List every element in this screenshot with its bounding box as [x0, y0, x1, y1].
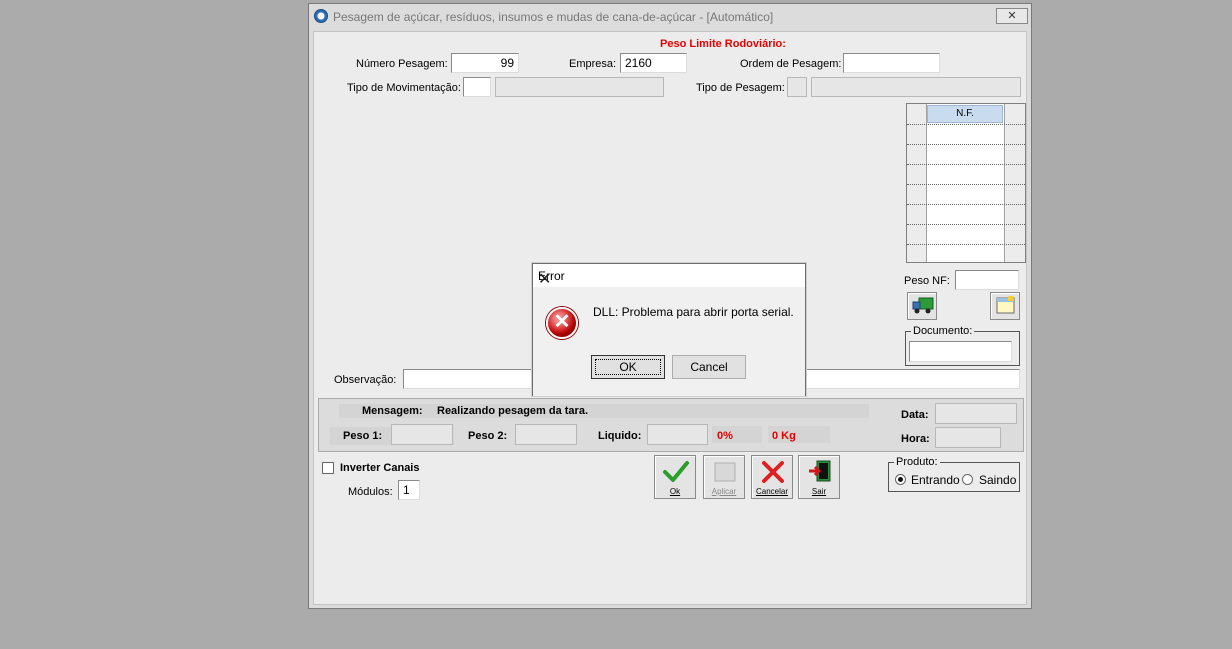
tipo-movimentacao-desc [495, 77, 664, 97]
percent-value: 0% [717, 430, 733, 442]
dialog-message: DLL: Problema para abrir porta serial. [593, 305, 794, 319]
exit-door-icon [809, 460, 831, 482]
nf-grid[interactable]: N.F. [906, 103, 1026, 263]
grid-row [907, 164, 1025, 165]
saindo-label: Saindo [979, 473, 1017, 487]
truck-button[interactable] [907, 292, 937, 320]
grid-row-selector [907, 104, 927, 262]
modulos-label: Módulos: [348, 486, 393, 498]
produto-group: Produto: Entrando Saindo [888, 456, 1020, 492]
peso-nf-label: Peso NF: [904, 275, 950, 287]
empresa-input[interactable]: 2160 [620, 53, 687, 73]
grid-row [907, 224, 1025, 225]
red-x-icon [762, 461, 784, 483]
numero-pesagem-label: Número Pesagem: [356, 58, 448, 70]
dialog-body: ✕ DLL: Problema para abrir porta serial.… [533, 287, 805, 396]
entrando-radio[interactable] [895, 474, 906, 485]
ordem-pesagem-input[interactable] [843, 53, 940, 73]
peso1-label: Peso 1: [343, 430, 383, 442]
dialog-close-icon[interactable]: ✕ [538, 269, 797, 289]
cancelar-button[interactable]: Cancelar [751, 455, 793, 499]
title-bar[interactable]: Pesagem de açúcar, resíduos, insumos e m… [309, 4, 1031, 30]
produto-label: Produto: [894, 456, 940, 468]
liquido-value [647, 424, 708, 445]
tipo-movimentacao-code-input[interactable] [463, 77, 491, 97]
ok-button[interactable]: Ok [654, 455, 696, 499]
kg-value: 0 Kg [772, 430, 796, 442]
modulos-input[interactable]: 1 [398, 480, 420, 500]
data-value [935, 403, 1017, 424]
mensagem-value: Realizando pesagem da tara. [437, 405, 588, 417]
tipo-pesagem-label: Tipo de Pesagem: [696, 82, 785, 94]
documento-input[interactable] [909, 341, 1012, 362]
documento-group: Documento: [905, 325, 1020, 366]
grid-row [907, 124, 1025, 125]
data-label: Data: [901, 409, 929, 421]
observacao-label: Observação: [334, 374, 397, 386]
inverter-canais-checkbox[interactable] [322, 462, 334, 474]
grid-row [907, 184, 1025, 185]
grid-right-column [1004, 104, 1025, 262]
empresa-label: Empresa: [569, 58, 617, 70]
checkmark-icon [663, 461, 689, 482]
numero-pesagem-input[interactable]: 99 [451, 53, 519, 73]
window-title: Pesagem de açúcar, resíduos, insumos e m… [333, 10, 774, 24]
hora-label: Hora: [901, 433, 930, 445]
aplicar-label: Aplicar [711, 487, 737, 496]
close-button[interactable]: ✕ [996, 8, 1028, 24]
dialog-cancel-button[interactable]: Cancel [672, 355, 746, 379]
truck-icon [912, 297, 934, 314]
peso2-value [515, 424, 577, 445]
sair-button[interactable]: Sair [798, 455, 840, 499]
ordem-pesagem-label: Ordem de Pesagem: [740, 58, 842, 70]
mensagem-label: Mensagem: [362, 405, 423, 417]
focus-rect [595, 359, 661, 375]
dialog-cancel-label: Cancel [690, 360, 728, 374]
peso2-label: Peso 2: [468, 430, 508, 442]
sair-label: Sair [811, 487, 827, 496]
apply-icon [714, 462, 736, 482]
peso-nf-input[interactable] [955, 270, 1019, 290]
hora-value [935, 427, 1001, 448]
grid-row [907, 244, 1025, 245]
note-icon [996, 296, 1015, 314]
ok-label: Ok [669, 487, 681, 496]
grid-row [907, 204, 1025, 205]
note-button[interactable] [990, 292, 1020, 320]
error-dialog: Error ✕ ✕ DLL: Problema para abrir porta… [532, 263, 806, 396]
nf-column-header[interactable]: N.F. [927, 105, 1003, 123]
error-icon: ✕ [546, 307, 578, 339]
dialog-title-bar[interactable]: Error ✕ [533, 264, 805, 289]
saindo-radio[interactable] [962, 474, 973, 485]
documento-label: Documento: [911, 325, 975, 337]
aplicar-button[interactable]: Aplicar [703, 455, 745, 499]
inverter-canais-label: Inverter Canais [340, 462, 420, 474]
peso-limite-label: Peso Limite Rodoviário: [660, 38, 786, 50]
dialog-ok-button[interactable]: OK [591, 355, 665, 379]
cancelar-label: Cancelar [755, 487, 788, 496]
tipo-movimentacao-label: Tipo de Movimentação: [347, 82, 461, 94]
tipo-pesagem-code[interactable] [787, 77, 807, 97]
liquido-label: Liquido: [598, 430, 642, 442]
tipo-pesagem-desc [811, 77, 1021, 97]
status-panel: Mensagem: Realizando pesagem da tara. Pe… [318, 398, 1024, 452]
app-icon [314, 9, 328, 23]
grid-row [907, 144, 1025, 145]
entrando-label: Entrando [911, 473, 960, 487]
peso1-value [391, 424, 453, 445]
